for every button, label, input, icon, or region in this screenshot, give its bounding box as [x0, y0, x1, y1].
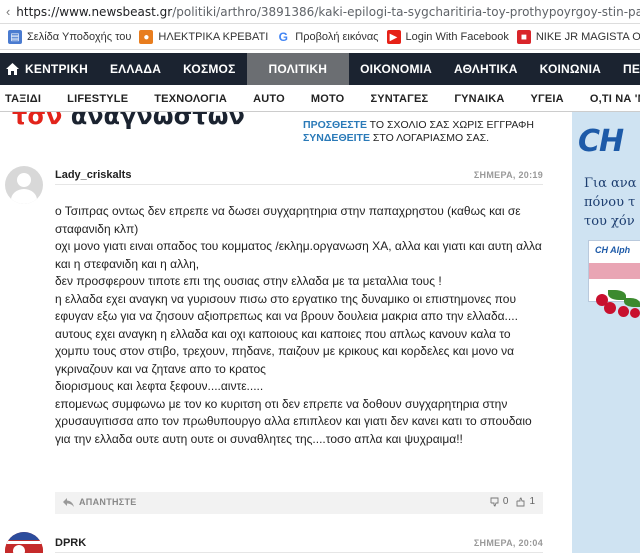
subnav-item-gynaika[interactable]: ΓΥΝΑΙΚΑ	[454, 93, 504, 105]
ad-line: πόνου τ	[584, 195, 636, 210]
subnav-item-lifestyle[interactable]: LIFESTYLE	[67, 93, 128, 105]
comments-section: τσν αναγνωστων ΠΡΟΣΘΕΣΤΕ ΤΟ ΣΧΟΛΙΟ ΣΑΣ Χ…	[0, 112, 555, 553]
dislike-count: 0	[502, 496, 509, 507]
main-nav: ΚΕΝΤΡΙΚΗ ΕΛΛΑΔΑ ΚΟΣΜΟΣ ΠΟΛΙΤΙΚΗ ΟΙΚΟΝΟΜΙ…	[0, 53, 640, 85]
google-icon: G	[276, 30, 291, 44]
leaf-image	[624, 298, 640, 307]
comment-paragraph: ο Τσιπρας οντως δεν επρεπε να δωσει συγχ…	[55, 204, 521, 236]
youtube-icon: ▶	[386, 30, 401, 44]
heading-dark-part: αναγνωστων	[70, 112, 245, 130]
bookmark-label: Σελίδα Υποδοχής του	[27, 31, 132, 43]
comment-paragraph: αυτους εχει αναγκη η ελλαδα και οχι καπο…	[55, 326, 515, 376]
bookmark-icon: ■	[516, 30, 531, 44]
url-path: /politiki/arthro/3891386/kaki-epilogi-ta…	[172, 4, 640, 19]
reply-button[interactable]: ΑΠΑΝΤΗΣΤΕ	[63, 497, 137, 507]
ad-text: Για ανα πόνου τ του χόν	[584, 174, 637, 231]
comment-paragraph: επομενως συμφωνω με τον κο κυριτση οτι δ…	[55, 396, 532, 446]
address-bar[interactable]: ‹ https://www.newsbeast.gr/politiki/arth…	[0, 0, 640, 24]
nav-item-koinonia[interactable]: ΚΟΙΝΩΝΙΑ	[529, 53, 612, 85]
nav-item-ellada[interactable]: ΕΛΛΑΔΑ	[99, 53, 172, 85]
add-comment-text: ΤΟ ΣΧΟΛΙΟ ΣΑΣ ΧΩΡΙΣ ΕΓΓΡΑΦΗ	[366, 119, 535, 131]
bookmark-item[interactable]: ▤ Σελίδα Υποδοχής του	[8, 30, 131, 44]
reply-label: ΑΠΑΝΤΗΣΤΕ	[79, 497, 137, 507]
nav-item-kentriki[interactable]: ΚΕΝΤΡΙΚΗ	[0, 53, 99, 85]
comment-body: ο Τσιπρας οντως δεν επρεπε να δωσει συγχ…	[55, 203, 543, 448]
comment-date: ΣΗΜΕΡΑ, 20:04	[473, 538, 543, 548]
comments-heading: τσν αναγνωστων	[12, 112, 245, 130]
home-icon	[6, 63, 19, 75]
nav-item-politiki[interactable]: ΠΟΛΙΤΙΚΗ	[246, 53, 350, 85]
bookmark-label: Login With Facebook	[405, 31, 509, 43]
comment-username[interactable]: Lady_criskalts	[55, 169, 131, 181]
ad-logo: CH	[578, 124, 624, 159]
dislike-button[interactable]: 0	[490, 496, 509, 507]
comment-header: DPRK ΣΗΜΕΡΑ, 20:04	[55, 537, 543, 553]
subnav-item-moto[interactable]: ΜΟΤΟ	[311, 93, 345, 105]
page-icon: ▤	[8, 30, 22, 44]
like-count: 1	[529, 496, 535, 507]
comment-paragraph: δεν προσφερουν τιποτε επι της ουσιας στη…	[55, 274, 442, 288]
heading-red-part: τσν	[12, 112, 63, 130]
comment-paragraph: οχι μονο γιατι ειναι οπαδος του κομματος…	[55, 239, 542, 271]
comment-date: ΣΗΜΕΡΑ, 20:19	[473, 170, 543, 180]
berry-image	[604, 302, 616, 314]
chevron-left-icon[interactable]: ‹	[0, 4, 16, 19]
bookmarks-bar: ▤ Σελίδα Υποδοχής του ● ΗΛΕΚΤΡΙΚΑ ΚΡΕΒΑΤ…	[0, 25, 640, 50]
berry-image	[630, 308, 640, 318]
comment-paragraph: η ελλαδα εχει αναγκη να γυρισουν πισω στ…	[55, 291, 518, 324]
nav-item-oikonomia[interactable]: ΟΙΚΟΝΟΜΙΑ	[349, 53, 443, 85]
login-text: ΣΤΟ ΛΟΓΑΡΙΑΣΜΟ ΣΑΣ.	[369, 132, 490, 144]
comment-username[interactable]: DPRK	[55, 537, 86, 549]
subnav-item-ygeia[interactable]: ΥΓΕΙΑ	[531, 93, 564, 105]
bookmark-label: ΗΛΕΚΤΡΙΚΑ ΚΡΕΒΑΤΙ	[158, 31, 269, 43]
comment-actions: ΠΡΟΣΘΕΣΤΕ ΤΟ ΣΧΟΛΙΟ ΣΑΣ ΧΩΡΙΣ ΕΓΓΡΑΦΗ ΣΥ…	[303, 119, 534, 145]
nav-item-perivallon[interactable]: ΠΕΡΙΒΑΛΛΟΝ	[612, 53, 640, 85]
nav-label: ΚΕΝΤΡΙΚΗ	[25, 62, 88, 76]
subnav-item-syntages[interactable]: ΣΥΝΤΑΓΕΣ	[370, 93, 428, 105]
login-link[interactable]: ΣΥΝΔΕΘΕΙΤΕ	[303, 132, 370, 144]
thumbs-down-icon	[490, 497, 499, 506]
bookmark-item[interactable]: G Προβολή εικόνας	[276, 30, 379, 44]
bookmark-label: Προβολή εικόνας	[295, 31, 379, 43]
nav-item-athlitika[interactable]: ΑΘΛΗΤΙΚΑ	[443, 53, 529, 85]
vote-controls: 0 1	[482, 496, 535, 507]
subnav-item-technologia[interactable]: ΤΕΧΝΟΛΟΓΙΑ	[154, 93, 227, 105]
subnav-item-auto[interactable]: AUTO	[253, 93, 285, 105]
bookmark-item[interactable]: ● ΗΛΕΚΤΡΙΚΑ ΚΡΕΒΑΤΙ	[139, 30, 268, 44]
url-domain: https://www.newsbeast.gr	[16, 4, 173, 19]
comment-header: Lady_criskalts ΣΗΜΕΡΑ, 20:19	[55, 169, 543, 185]
ad-box-brand: CH Alph	[595, 245, 631, 255]
add-comment-link[interactable]: ΠΡΟΣΘΕΣΤΕ	[303, 119, 367, 131]
reply-icon	[63, 497, 74, 507]
sub-nav: ΤΑΞΙΔΙ LIFESTYLE ΤΕΧΝΟΛΟΓΙΑ AUTO ΜΟΤΟ ΣΥ…	[0, 86, 640, 112]
bookmark-item[interactable]: ▶ Login With Facebook	[386, 30, 509, 44]
berry-image	[618, 306, 629, 317]
subnav-item-oti-na-nai[interactable]: Ο,ΤΙ ΝΑ 'ΝΑΙ	[590, 93, 640, 105]
bookmark-label: NIKE JR MAGISTA ON	[535, 31, 640, 43]
bookmark-item[interactable]: ■ NIKE JR MAGISTA ON	[516, 30, 640, 44]
like-button[interactable]: 1	[516, 496, 535, 507]
url-field[interactable]: https://www.newsbeast.gr/politiki/arthro…	[16, 5, 640, 19]
comment-footer: ΑΠΑΝΤΗΣΤΕ 0 1	[55, 492, 543, 514]
avatar[interactable]	[5, 532, 43, 553]
shop-icon: ●	[139, 30, 154, 44]
thumbs-up-icon	[516, 497, 525, 506]
nav-item-kosmos[interactable]: ΚΟΣΜΟΣ	[172, 53, 246, 85]
advertisement[interactable]: CH Για ανα πόνου τ του χόν CH Alph	[568, 112, 640, 553]
comment-paragraph: διορισμους και λεφτα ξεφουν....αιντε....…	[55, 379, 264, 393]
ad-line: Για ανα	[584, 176, 637, 191]
ad-line: του χόν	[584, 214, 635, 229]
avatar[interactable]	[5, 166, 43, 204]
subnav-item-taxidi[interactable]: ΤΑΞΙΔΙ	[5, 93, 41, 105]
